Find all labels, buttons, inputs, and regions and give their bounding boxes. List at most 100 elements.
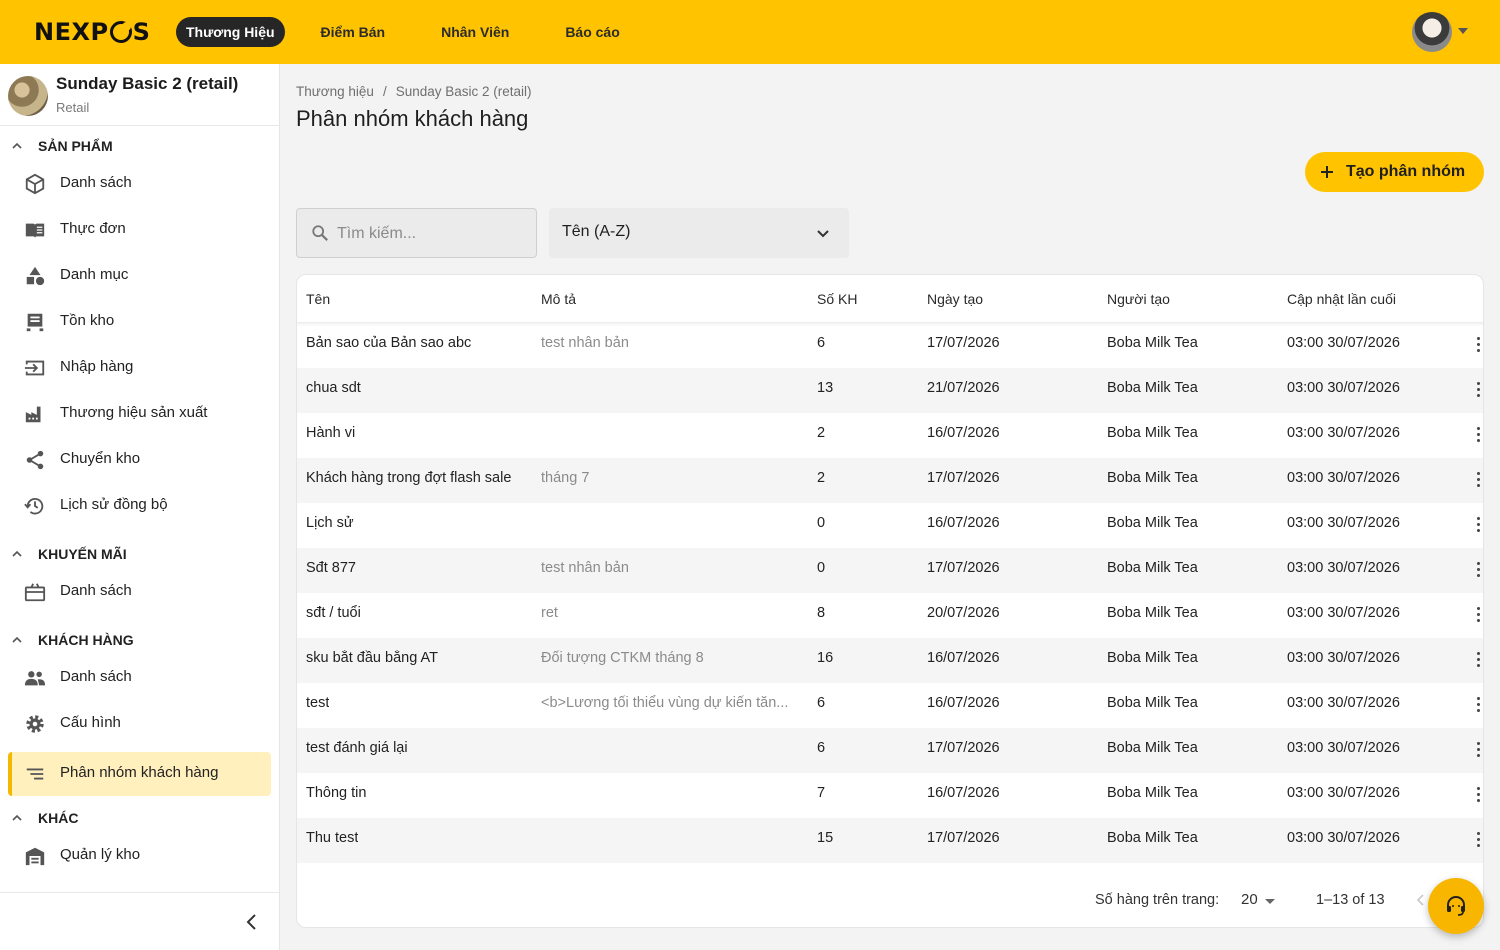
section-khac[interactable]: KHÁC [12, 808, 78, 828]
column-header-nguoi-tao[interactable]: Người tạo [1107, 291, 1170, 307]
cell-ngay-tao: 16/07/2026 [927, 695, 1000, 711]
warehouse-icon [25, 847, 45, 866]
table-row[interactable]: test <b>Lương tối thiểu vùng dự kiến tăn.… [297, 683, 1483, 728]
table-row[interactable]: Thu test 15 17/07/2026 Boba Milk Tea 03:00 3… [297, 818, 1483, 863]
sidebar-item-label: Danh sách [60, 582, 132, 599]
section-title: SẢN PHẨM [38, 138, 113, 154]
sidebar-item-thuc-don[interactable]: Thực đơn [8, 208, 271, 252]
cell-ngay-tao: 16/07/2026 [927, 650, 1000, 666]
account-menu-caret-icon[interactable] [1458, 28, 1468, 34]
cell-ngay-tao: 17/07/2026 [927, 830, 1000, 846]
row-more-options-icon[interactable] [1477, 607, 1481, 623]
create-segment-button[interactable]: Tạo phân nhóm [1305, 152, 1484, 192]
sidebar-item-cau-hinh[interactable]: Cấu hình [8, 702, 271, 746]
row-more-options-icon[interactable] [1477, 697, 1481, 713]
brand-switcher[interactable]: Sunday Basic 2 (retail) Retail [8, 74, 272, 126]
column-header-ten[interactable]: Tên [306, 291, 330, 307]
row-more-options-icon[interactable] [1477, 427, 1481, 443]
cell-nguoi-tao: Boba Milk Tea [1107, 605, 1198, 621]
cell-mo-ta: Đối tượng CTKM tháng 8 [541, 650, 704, 666]
gear-icon [26, 715, 44, 733]
column-header-ngay-tao[interactable]: Ngày tạo [927, 291, 983, 307]
sidebar-item-ton-kho[interactable]: Tồn kho [8, 300, 271, 344]
section-title: KHÁC [38, 810, 79, 826]
sidebar-item-phan-nhom-khach-hang[interactable]: Phân nhóm khách hàng [8, 752, 271, 796]
table-row[interactable]: Lịch sử 0 16/07/2026 Boba Milk Tea 03:00 30/… [297, 503, 1483, 548]
share-icon [26, 450, 44, 470]
cell-cap-nhat: 03:00 30/07/2026 [1287, 650, 1400, 666]
cell-ten: Bản sao của Bản sao abc [306, 335, 472, 351]
previous-page-chevron-icon[interactable] [1415, 893, 1427, 907]
cell-mo-ta: test nhân bản [541, 335, 629, 351]
people-icon [24, 671, 46, 686]
sidebar-item-danh-sach-khach-hang[interactable]: Danh sách [8, 656, 271, 700]
search-input[interactable] [337, 221, 527, 247]
breadcrumb-thuong-hieu[interactable]: Thương hiệu [296, 84, 374, 99]
headset-icon [1447, 896, 1465, 916]
cell-nguoi-tao: Boba Milk Tea [1107, 380, 1198, 396]
cell-nguoi-tao: Boba Milk Tea [1107, 515, 1198, 531]
table-row[interactable]: Sđt 877 test nhân bản 0 17/07/2026 Boba Milk… [297, 548, 1483, 593]
row-more-options-icon[interactable] [1477, 742, 1481, 758]
cell-mo-ta: <b>Lương tối thiểu vùng dự kiến tăn... [541, 695, 789, 711]
cell-cap-nhat: 03:00 30/07/2026 [1287, 605, 1400, 621]
sidebar-item-thuong-hieu-san-xuat[interactable]: Thương hiệu sản xuất [8, 392, 271, 436]
sidebar-item-chuyen-kho[interactable]: Chuyển kho [8, 438, 271, 482]
gift-card-icon [24, 583, 46, 602]
collapse-sidebar-chevron-left-icon[interactable] [242, 912, 262, 932]
rows-per-page-caret-icon[interactable] [1265, 899, 1275, 904]
nav-bao-cao[interactable]: Báo cáo [555, 17, 629, 47]
row-more-options-icon[interactable] [1477, 562, 1481, 578]
sidebar: Sunday Basic 2 (retail) Retail SẢN PHẨM … [0, 64, 280, 950]
nexpos-logo[interactable]: NEXP S [34, 18, 150, 46]
row-more-options-icon[interactable] [1477, 832, 1481, 848]
inventory-icon [26, 313, 44, 332]
column-header-cap-nhat[interactable]: Cập nhật lần cuối [1287, 291, 1396, 307]
table-row[interactable]: chua sdt 13 21/07/2026 Boba Milk Tea 03:00 3… [297, 368, 1483, 413]
row-more-options-icon[interactable] [1477, 517, 1481, 533]
row-more-options-icon[interactable] [1477, 652, 1481, 668]
column-header-mo-ta[interactable]: Mô tả [541, 291, 576, 307]
breadcrumb-brand[interactable]: Sunday Basic 2 (retail) [396, 84, 532, 99]
nav-diem-ban[interactable]: Điểm Bán [311, 17, 396, 47]
section-san-pham[interactable]: SẢN PHẨM [12, 136, 113, 156]
table-row[interactable]: Thông tin 7 16/07/2026 Boba Milk Tea 03:00 3… [297, 773, 1483, 818]
user-avatar[interactable] [1412, 12, 1452, 52]
row-more-options-icon[interactable] [1477, 337, 1481, 353]
table-row[interactable]: Hành vi 2 16/07/2026 Boba Milk Tea 03:00 30/… [297, 413, 1483, 458]
sidebar-item-lich-su-dong-bo[interactable]: Lịch sử đồng bộ [8, 484, 271, 528]
section-title: KHUYẾN MÃI [38, 546, 127, 562]
sidebar-item-label: Danh mục [60, 266, 129, 283]
sidebar-item-danh-sach-khuyen-mai[interactable]: Danh sách [8, 570, 271, 614]
table-header: Tên Mô tả Số KH Ngày tạo Người tạo Cập n… [297, 275, 1483, 323]
nav-nhan-vien[interactable]: Nhân Viên [431, 17, 519, 47]
segment-icon [26, 768, 44, 780]
sidebar-item-danh-sach-san-pham[interactable]: Danh sách [8, 162, 271, 206]
sidebar-item-label: Danh sách [60, 174, 132, 191]
column-header-so-kh[interactable]: Số KH [817, 291, 857, 307]
sidebar-item-nhap-hang[interactable]: Nhập hàng [8, 346, 271, 390]
section-title: KHÁCH HÀNG [38, 632, 134, 648]
cell-ngay-tao: 16/07/2026 [927, 785, 1000, 801]
table-row[interactable]: sđt / tuổi ret 8 20/07/2026 Boba Milk Tea 03:… [297, 593, 1483, 638]
row-more-options-icon[interactable] [1477, 472, 1481, 488]
support-chat-button[interactable] [1428, 878, 1484, 934]
cell-mo-ta: test nhân bản [541, 560, 629, 576]
section-khuyen-mai[interactable]: KHUYẾN MÃI [12, 544, 127, 564]
table-row[interactable]: Bản sao của Bản sao abc test nhân bản 6 17/… [297, 323, 1483, 368]
row-more-options-icon[interactable] [1477, 787, 1481, 803]
sort-select[interactable]: Tên (A-Z) [549, 208, 849, 258]
table-row[interactable]: test đánh giá lại 6 17/07/2026 Boba Milk Te… [297, 728, 1483, 773]
nav-thuong-hieu[interactable]: Thương Hiệu [176, 17, 285, 47]
section-khach-hang[interactable]: KHÁCH HÀNG [12, 630, 134, 650]
table-row[interactable]: Khách hàng trong đợt flash sale tháng 7 2 1… [297, 458, 1483, 503]
sidebar-item-danh-muc[interactable]: Danh mục [8, 254, 271, 298]
search-icon [312, 225, 328, 241]
cell-nguoi-tao: Boba Milk Tea [1107, 470, 1198, 486]
rows-per-page-select[interactable]: 20 [1241, 891, 1258, 908]
sidebar-item-quan-ly-kho[interactable]: Quản lý kho [8, 834, 271, 878]
history-icon [24, 497, 44, 515]
chevron-up-icon [12, 550, 22, 557]
table-row[interactable]: sku bắt đầu bằng AT Đối tượng CTKM tháng … [297, 638, 1483, 683]
row-more-options-icon[interactable] [1477, 382, 1481, 398]
